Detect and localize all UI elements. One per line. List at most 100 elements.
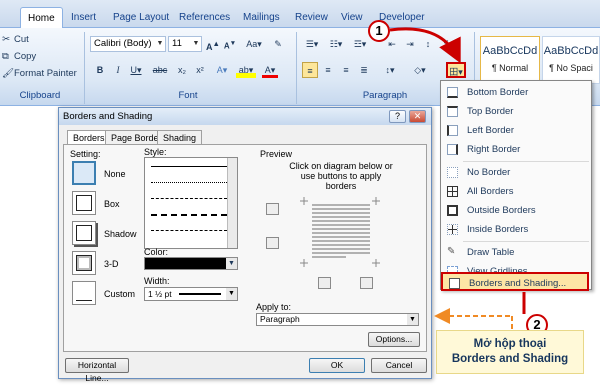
setting-shadow-label: Shadow [104, 229, 137, 239]
align-right-icon[interactable]: ≡ [338, 62, 354, 78]
menu-left-border[interactable]: Left Border [441, 121, 591, 140]
caption-line-1: Mở hộp thoại [473, 338, 547, 350]
style-name: ¶ No Spaci [549, 63, 593, 73]
align-center-icon[interactable]: ≡ [320, 62, 336, 78]
menu-inside-borders[interactable]: Inside Borders [441, 220, 591, 239]
chevron-down-icon[interactable]: ▼ [191, 37, 201, 51]
italic-icon[interactable]: I [110, 62, 126, 78]
tab-page-layout[interactable]: Page Layout [106, 7, 176, 28]
border-outside-icon [447, 205, 458, 216]
border-bottom-icon [447, 87, 458, 98]
menu-item-label: No Border [467, 167, 511, 178]
ribbon-tab-bar: Home Insert Page Layout References Maili… [0, 0, 600, 28]
format-painter-button[interactable]: Format Painter [14, 68, 77, 79]
help-icon[interactable]: ? [389, 110, 406, 123]
width-line-sample [179, 293, 221, 295]
tab-review[interactable]: Review [288, 7, 335, 28]
text-effects-icon[interactable]: A▾ [214, 62, 230, 78]
font-name-combo[interactable]: Calibri (Body) ▼ [90, 36, 166, 52]
menu-all-borders[interactable]: All Borders [441, 182, 591, 201]
menu-outside-borders[interactable]: Outside Borders [441, 201, 591, 220]
options-button[interactable]: Options... [368, 332, 420, 347]
draw-table-icon: ✎ [447, 246, 456, 257]
close-icon[interactable]: ✕ [409, 110, 426, 123]
width-select[interactable]: 1 ½ pt ▼ [144, 287, 238, 301]
chevron-down-icon[interactable]: ▼ [226, 288, 237, 300]
style-sample: AaBbCcDd [482, 45, 538, 57]
line-style-dotted[interactable] [151, 182, 227, 183]
menu-no-border[interactable]: No Border [441, 163, 591, 182]
line-style-list[interactable] [144, 157, 238, 249]
menu-divider [463, 161, 589, 162]
dialog-title-bar[interactable]: Borders and Shading ? ✕ [59, 108, 431, 125]
apply-to-select[interactable]: Paragraph ▼ [256, 313, 419, 326]
line-style-dashed[interactable] [151, 198, 227, 199]
strikethrough-icon[interactable]: abc [150, 62, 170, 78]
color-label: Color: [144, 247, 169, 257]
tab-mailings[interactable]: Mailings [236, 7, 287, 28]
font-color-icon[interactable]: A▾ [262, 62, 278, 78]
group-divider [296, 32, 297, 104]
chevron-down-icon[interactable]: ▼ [407, 314, 418, 325]
ok-button[interactable]: OK [309, 358, 365, 373]
style-label: Style: [144, 147, 167, 157]
chevron-down-icon[interactable]: ▼ [226, 258, 237, 269]
width-label: Width: [144, 276, 170, 286]
menu-bottom-border[interactable]: Bottom Border [441, 83, 591, 102]
setting-custom-button[interactable] [72, 281, 96, 305]
change-case-icon[interactable]: Aa▾ [244, 36, 264, 52]
subscript-icon[interactable]: x₂ [174, 62, 190, 78]
color-picker[interactable]: ▼ [144, 257, 238, 270]
line-style-solid[interactable] [151, 166, 227, 167]
horizontal-line-button[interactable]: Horizontal Line... [65, 358, 129, 383]
font-size-value: 11 [172, 38, 182, 49]
border-left-icon [447, 125, 458, 136]
bold-icon[interactable]: B [92, 62, 108, 78]
preview-right-border-button[interactable] [360, 277, 373, 289]
menu-top-border[interactable]: Top Border [441, 102, 591, 121]
cut-button[interactable]: Cut [14, 34, 29, 45]
preview-hint: Click on diagram below or use buttons to… [289, 161, 393, 191]
menu-divider [463, 241, 589, 242]
numbering-icon[interactable]: ☷▾ [326, 36, 346, 52]
bullets-icon[interactable]: ☰▾ [302, 36, 322, 52]
chevron-down-icon[interactable]: ▼ [155, 37, 165, 51]
tab-references[interactable]: References [172, 7, 237, 28]
style-list-scrollbar[interactable] [227, 158, 237, 248]
dialog-panel: Setting: None Box Shadow 3-D Custom Styl… [63, 144, 427, 352]
style-normal[interactable]: AaBbCcDd ¶ Normal [480, 36, 540, 84]
menu-item-label: Left Border [467, 125, 514, 136]
cancel-button[interactable]: Cancel [371, 358, 427, 373]
style-name: ¶ Normal [491, 63, 529, 73]
dialog-title: Borders and Shading [63, 111, 153, 122]
setting-none-button[interactable] [72, 161, 96, 185]
shrink-font-icon[interactable]: A▼ [222, 36, 238, 52]
setting-shadow-button[interactable] [72, 221, 96, 245]
menu-right-border[interactable]: Right Border [441, 140, 591, 159]
tab-shading[interactable]: Shading [157, 130, 203, 145]
preview-bottom-border-button[interactable] [266, 237, 279, 249]
apply-to-value: Paragraph [260, 314, 300, 324]
superscript-icon[interactable]: x² [192, 62, 208, 78]
tab-insert[interactable]: Insert [64, 7, 103, 28]
font-size-combo[interactable]: 11 ▼ [168, 36, 202, 52]
menu-draw-table[interactable]: ✎ Draw Table [441, 243, 591, 262]
group-divider [84, 32, 85, 104]
clear-formatting-icon[interactable]: ✎ [270, 36, 286, 52]
menu-item-label: Top Border [467, 106, 514, 117]
align-left-icon[interactable]: ≡ [302, 62, 318, 78]
preview-left-border-button[interactable] [318, 277, 331, 289]
preview-diagram[interactable] [300, 195, 382, 269]
highlight-icon[interactable]: ab▾ [236, 62, 256, 78]
preview-top-border-button[interactable] [266, 203, 279, 215]
tab-home[interactable]: Home [20, 7, 63, 28]
setting-box-button[interactable] [72, 191, 96, 215]
style-no-spacing[interactable]: AaBbCcDd ¶ No Spaci [542, 36, 600, 84]
line-style-dash-dot[interactable] [151, 230, 227, 231]
copy-button[interactable]: Copy [14, 51, 36, 62]
setting-custom-label: Custom [104, 289, 136, 299]
line-style-long-dash[interactable] [151, 214, 227, 216]
underline-icon[interactable]: U▾ [128, 62, 144, 78]
setting-3d-button[interactable] [72, 251, 96, 275]
grow-font-icon[interactable]: A▲ [205, 36, 221, 52]
